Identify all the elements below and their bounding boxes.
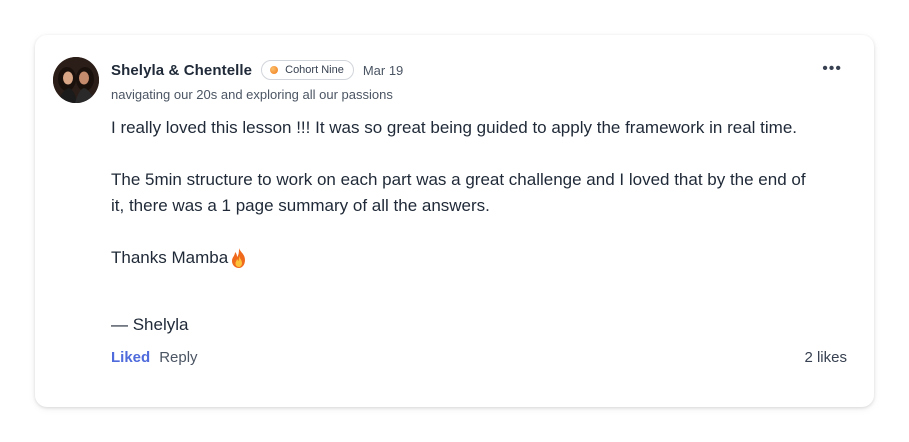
comment-paragraph: I really loved this lesson !!! It was so… (111, 118, 798, 137)
likes-count[interactable]: 2 likes (804, 349, 847, 366)
comment-header: Shelyla & Chentelle Cohort Nine Mar 19 (111, 58, 403, 82)
author-tagline: navigating our 20s and exploring all our… (111, 87, 393, 102)
post-date: Mar 19 (362, 62, 404, 78)
comment-actions: Liked Reply (111, 349, 198, 366)
comment-card: Shelyla & Chentelle Cohort Nine Mar 19 n… (35, 35, 874, 407)
avatar-image (53, 57, 99, 103)
comment-paragraph: The 5min structure to work on each part … (111, 170, 806, 215)
author-name[interactable]: Shelyla & Chentelle (111, 62, 252, 79)
comment-paragraph-thanks: Thanks Mamba (111, 245, 811, 271)
thanks-text: Thanks Mamba (111, 248, 229, 267)
badge-label: Cohort Nine (285, 64, 344, 76)
reply-button[interactable]: Reply (159, 349, 197, 366)
cohort-badge[interactable]: Cohort Nine (261, 60, 354, 80)
more-horizontal-icon[interactable]: ••• (822, 61, 842, 77)
comment-body: I really loved this lesson !!! It was so… (111, 115, 811, 271)
like-button[interactable]: Liked (111, 349, 150, 366)
fire-icon (232, 248, 246, 268)
avatar[interactable] (53, 57, 99, 103)
signature: — Shelyla (111, 315, 189, 334)
badge-dot-icon (270, 66, 279, 74)
